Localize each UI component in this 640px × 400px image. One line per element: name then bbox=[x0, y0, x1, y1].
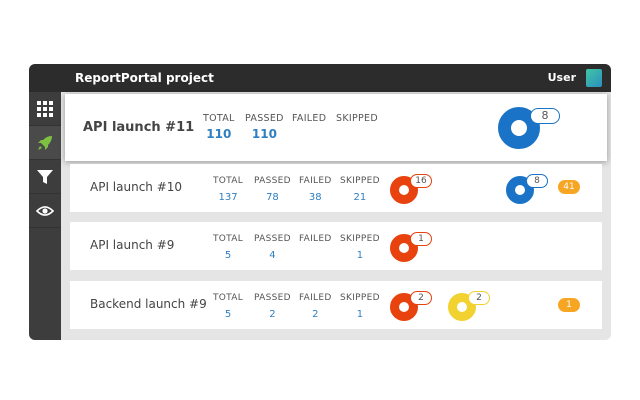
top-bar: ReportPortal project User bbox=[29, 64, 611, 92]
stat-passed-value[interactable]: 2 bbox=[254, 309, 291, 320]
stat-passed-value[interactable]: 78 bbox=[254, 192, 291, 203]
eye-icon bbox=[36, 205, 54, 216]
product-bug-count[interactable]: 1 bbox=[410, 232, 432, 246]
stat-skipped-value[interactable]: 1 bbox=[340, 250, 380, 261]
stat-total-value[interactable]: 137 bbox=[213, 192, 243, 203]
user-menu-label[interactable]: User bbox=[548, 71, 576, 84]
rocket-icon bbox=[38, 135, 52, 150]
stat-skipped: SKIPPED 21 bbox=[340, 176, 380, 203]
stat-skipped-value[interactable]: 21 bbox=[340, 192, 380, 203]
launch-row[interactable]: Backend launch #9 TOTAL 5 PASSED 2 FAILE… bbox=[70, 281, 602, 329]
automation-bug-count[interactable]: 8 bbox=[526, 174, 548, 188]
stat-total-label: TOTAL bbox=[213, 234, 244, 244]
launch-name[interactable]: API launch #11 bbox=[83, 120, 194, 135]
stat-passed-value[interactable]: 110 bbox=[245, 127, 284, 141]
sidebar-item-filters[interactable] bbox=[29, 160, 61, 194]
stat-failed-label: FAILED bbox=[299, 234, 332, 244]
sidebar-item-debug[interactable] bbox=[29, 194, 61, 228]
launches-list: API launch #11 TOTAL 110 PASSED 110 FAIL… bbox=[61, 92, 611, 340]
stat-passed-label: PASSED bbox=[254, 176, 291, 186]
stat-skipped-value[interactable]: 1 bbox=[340, 309, 380, 320]
to-investigate-badge[interactable]: 41 bbox=[558, 180, 580, 194]
launch-row[interactable]: API launch #10 TOTAL 137 PASSED 78 FAILE… bbox=[70, 164, 602, 212]
product-bug-count[interactable]: 16 bbox=[410, 174, 432, 188]
system-issue-count[interactable]: 2 bbox=[468, 291, 490, 305]
launch-name[interactable]: API launch #10 bbox=[90, 180, 182, 194]
stat-failed: FAILED bbox=[299, 234, 332, 250]
sidebar-item-launches[interactable] bbox=[29, 126, 61, 160]
stat-total: TOTAL 137 bbox=[213, 176, 243, 203]
stat-passed: PASSED 4 bbox=[254, 234, 291, 261]
stat-failed-value[interactable]: 2 bbox=[299, 309, 332, 320]
stat-passed: PASSED 78 bbox=[254, 176, 291, 203]
stat-passed-label: PASSED bbox=[245, 113, 284, 124]
stat-failed: FAILED bbox=[292, 113, 326, 127]
stat-failed: FAILED 38 bbox=[299, 176, 332, 203]
stat-passed-label: PASSED bbox=[254, 293, 291, 303]
stat-total-value[interactable]: 5 bbox=[213, 309, 243, 320]
project-title[interactable]: ReportPortal project bbox=[75, 71, 214, 85]
stat-passed: PASSED 110 bbox=[245, 113, 284, 141]
stat-total: TOTAL 5 bbox=[213, 234, 243, 261]
stat-passed-label: PASSED bbox=[254, 234, 291, 244]
launch-name[interactable]: Backend launch #9 bbox=[90, 297, 207, 311]
stat-passed-value[interactable]: 4 bbox=[254, 250, 291, 261]
app-window: ReportPortal project User API launch #11… bbox=[29, 64, 611, 340]
filter-icon bbox=[37, 169, 53, 184]
stat-failed-label: FAILED bbox=[299, 293, 332, 303]
stat-skipped: SKIPPED 1 bbox=[340, 234, 380, 261]
to-investigate-badge[interactable]: 1 bbox=[558, 298, 580, 312]
stat-total-label: TOTAL bbox=[203, 113, 235, 124]
stat-failed-value[interactable]: 38 bbox=[299, 192, 332, 203]
sidebar-item-dashboard[interactable] bbox=[29, 92, 61, 126]
user-avatar[interactable] bbox=[586, 69, 602, 87]
stat-failed-label: FAILED bbox=[299, 176, 332, 186]
sidebar bbox=[29, 92, 61, 340]
launch-row[interactable]: API launch #9 TOTAL 5 PASSED 4 FAILED SK… bbox=[70, 222, 602, 270]
stat-total-label: TOTAL bbox=[213, 176, 244, 186]
stat-skipped-label: SKIPPED bbox=[340, 293, 380, 303]
stat-total: TOTAL 110 bbox=[203, 113, 235, 141]
stat-total-value[interactable]: 5 bbox=[213, 250, 243, 261]
product-bug-count[interactable]: 2 bbox=[410, 291, 432, 305]
automation-bug-count[interactable]: 8 bbox=[530, 108, 560, 124]
stat-failed: FAILED 2 bbox=[299, 293, 332, 320]
stat-total-value[interactable]: 110 bbox=[203, 127, 235, 141]
stat-skipped-label: SKIPPED bbox=[340, 176, 380, 186]
launch-name[interactable]: API launch #9 bbox=[90, 238, 174, 252]
stat-passed: PASSED 2 bbox=[254, 293, 291, 320]
stat-failed-label: FAILED bbox=[292, 113, 327, 124]
stat-skipped: SKIPPED 1 bbox=[340, 293, 380, 320]
stat-skipped: SKIPPED bbox=[336, 113, 378, 127]
launch-row[interactable]: API launch #11 TOTAL 110 PASSED 110 FAIL… bbox=[65, 94, 607, 161]
stat-total-label: TOTAL bbox=[213, 293, 244, 303]
stat-skipped-label: SKIPPED bbox=[336, 113, 378, 124]
grid-icon bbox=[37, 100, 53, 117]
stat-total: TOTAL 5 bbox=[213, 293, 243, 320]
stat-skipped-label: SKIPPED bbox=[340, 234, 380, 244]
